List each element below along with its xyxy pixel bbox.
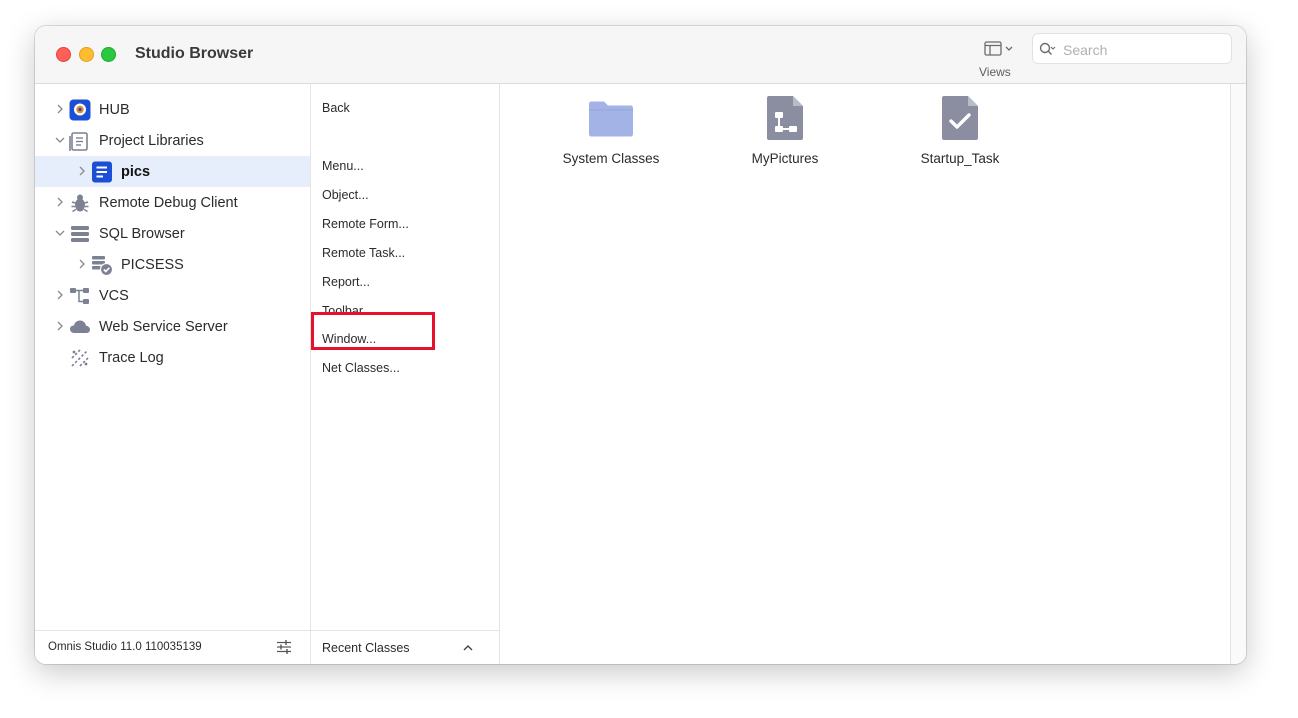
sidebar-item-label: Web Service Server <box>99 319 228 335</box>
sidebar-item-label: VCS <box>99 288 129 304</box>
folder-icon <box>589 101 633 137</box>
chevron-down-icon[interactable] <box>55 135 65 145</box>
sidebar-tree: HUB Project Libraries pics Remote Debug … <box>35 84 311 664</box>
class-item-mypictures[interactable]: MyPictures <box>710 94 860 174</box>
database-icon <box>71 226 89 242</box>
sidebar-item-vcs[interactable]: VCS <box>35 280 310 311</box>
sidebar-item-picsess[interactable]: PICSESS <box>35 249 310 280</box>
chevron-up-icon[interactable] <box>463 644 473 651</box>
sidebar-item-label: pics <box>121 164 151 180</box>
sidebar-item-remote-debug-client[interactable]: Remote Debug Client <box>35 187 310 218</box>
menu-item-window[interactable]: Window... <box>311 312 435 350</box>
studio-browser-window: Studio Browser Views Search HUB Project … <box>35 26 1246 664</box>
sidebar-item-pics[interactable]: pics <box>35 156 310 187</box>
title-bar: Studio Browser Views <box>35 26 1246 84</box>
version-label: Omnis Studio 11.0 110035139 <box>48 641 202 653</box>
menu-item-remote-task[interactable]: Remote Task... <box>322 246 405 260</box>
class-item-label: System Classes <box>562 151 660 166</box>
window-title: Studio Browser <box>135 45 254 62</box>
recent-classes-label: Recent Classes <box>322 641 410 655</box>
menu-item-remote-form[interactable]: Remote Form... <box>322 217 409 231</box>
sidebar-item-trace-log[interactable]: Trace Log <box>35 342 310 373</box>
sidebar-item-label: HUB <box>99 102 130 118</box>
session-icon <box>92 256 113 276</box>
sidebar-footer: Omnis Studio 11.0 110035139 <box>35 630 310 664</box>
file-check-icon <box>942 96 978 140</box>
class-item-startup-task[interactable]: Startup_Task <box>885 94 1035 174</box>
class-browser-content: System Classes MyPictures Startup_Task <box>500 84 1230 664</box>
trace-icon <box>71 349 89 367</box>
panel-layout-icon <box>984 41 1013 56</box>
highlight-box <box>311 312 435 350</box>
chevron-right-icon[interactable] <box>77 166 87 176</box>
sidebar-item-label: Trace Log <box>99 350 164 366</box>
chevron-right-icon[interactable] <box>55 104 65 114</box>
library-document-icon <box>92 161 112 183</box>
library-icon <box>69 132 88 151</box>
file-diagram-icon <box>767 96 803 140</box>
sidebar-item-project-libraries[interactable]: Project Libraries <box>35 125 310 156</box>
vertical-scrollbar[interactable] <box>1230 84 1246 664</box>
sidebar-item-hub[interactable]: HUB <box>35 94 310 125</box>
search-icon <box>1039 42 1056 55</box>
chevron-right-icon[interactable] <box>55 321 65 331</box>
chevron-down-icon[interactable] <box>55 228 65 238</box>
sidebar-item-label: Project Libraries <box>99 133 204 149</box>
class-item-system-classes[interactable]: System Classes <box>536 94 686 174</box>
sidebar-item-label: SQL Browser <box>99 226 185 242</box>
menu-item-menu[interactable]: Menu... <box>322 159 364 173</box>
cloud-icon <box>70 320 90 333</box>
close-window-button[interactable] <box>56 47 71 62</box>
menu-item-net-classes[interactable]: Net Classes... <box>322 361 400 375</box>
sidebar-item-sql-browser[interactable]: SQL Browser <box>35 218 310 249</box>
search-input[interactable] <box>1061 39 1230 60</box>
class-item-label: Startup_Task <box>920 151 1000 166</box>
views-button[interactable] <box>983 40 1021 60</box>
chevron-right-icon[interactable] <box>77 259 87 269</box>
recent-classes-bar[interactable]: Recent Classes <box>311 630 499 664</box>
back-link[interactable]: Back <box>322 101 350 115</box>
hub-icon <box>69 99 91 121</box>
branch-icon <box>70 288 89 304</box>
chevron-right-icon[interactable] <box>55 197 65 207</box>
menu-item-object[interactable]: Object... <box>322 188 369 202</box>
sliders-icon[interactable] <box>276 639 292 655</box>
views-label: Views <box>979 65 1011 79</box>
menu-item-report[interactable]: Report... <box>322 275 370 289</box>
sidebar-item-label: PICSESS <box>121 257 184 273</box>
minimize-window-button[interactable] <box>79 47 94 62</box>
zoom-window-button[interactable] <box>101 47 116 62</box>
sidebar-item-label: Remote Debug Client <box>99 195 238 211</box>
sidebar-item-web-service-server[interactable]: Web Service Server <box>35 311 310 342</box>
bug-icon <box>71 194 89 213</box>
chevron-right-icon[interactable] <box>55 290 65 300</box>
search-field[interactable] <box>1032 33 1232 64</box>
class-item-label: MyPictures <box>751 151 819 166</box>
new-class-menu-pane: Back Menu... Object... Remote Form... Re… <box>311 84 500 664</box>
